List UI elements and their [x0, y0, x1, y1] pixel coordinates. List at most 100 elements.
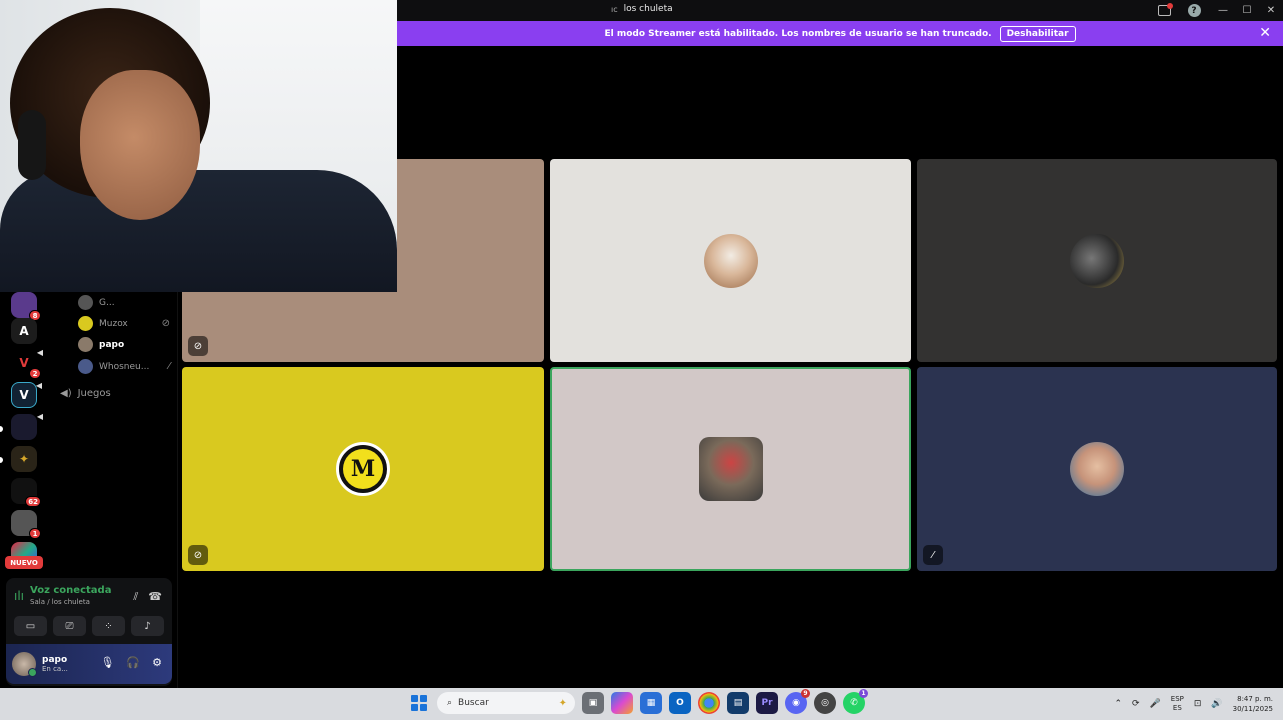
unread-indicator: [0, 426, 3, 432]
streamer-mode-banner: El modo Streamer está habilitado. Los no…: [397, 21, 1283, 46]
avatar-muzox: M: [336, 442, 390, 496]
avatar-cat: [703, 233, 758, 288]
webcam-headset: [18, 110, 46, 180]
premiere-icon[interactable]: Pr: [756, 692, 778, 714]
disable-streamer-mode-button[interactable]: Deshabilitar: [999, 25, 1076, 42]
minimize-button[interactable]: —: [1211, 0, 1235, 21]
voice-member[interactable]: papo: [78, 337, 170, 352]
maximize-button[interactable]: ☐: [1235, 0, 1259, 21]
speaker-icon: ◀: [36, 348, 43, 357]
member-name: Muzox: [99, 318, 128, 329]
streamer-mode-message: El modo Streamer está habilitado. Los no…: [604, 28, 992, 39]
notification-badge: 1: [859, 689, 868, 698]
avatar: [78, 337, 93, 352]
user-avatar[interactable]: [12, 652, 37, 677]
video-tile-3[interactable]: [917, 159, 1277, 362]
store-icon[interactable]: ▦: [640, 692, 662, 714]
unread-indicator: [0, 457, 3, 463]
speaker-icon: ◀: [35, 381, 42, 390]
avatar-dark: [1070, 233, 1124, 288]
microphone-icon[interactable]: 🎙: [100, 656, 114, 669]
gear-icon[interactable]: ⚙: [152, 656, 162, 669]
obs-icon[interactable]: ◎: [814, 692, 836, 714]
server-icon-1[interactable]: 8: [11, 292, 41, 321]
avatar-whosneu: [1070, 442, 1124, 496]
video-tile-muzox[interactable]: M ⊘: [182, 367, 544, 571]
speaker-icon: ◀): [60, 388, 72, 399]
system-tray: ⌃ ⟳ 🎤 ESP ES ⊡ 🔊 8:47 p. m. 30/11/2025: [1114, 690, 1273, 718]
search-placeholder: Buscar: [458, 698, 489, 708]
close-banner-icon[interactable]: ✕: [1259, 25, 1271, 41]
voice-channel-label: Juegos: [77, 388, 111, 399]
server-icon-active[interactable]: V ◀: [11, 381, 42, 408]
server-icon-text[interactable]: A: [11, 318, 37, 344]
activities-button[interactable]: ⁘: [92, 616, 125, 636]
member-name: papo: [99, 339, 125, 350]
server-icon-7[interactable]: 1: [11, 510, 41, 539]
disconnect-icon[interactable]: ☎: [148, 590, 162, 604]
camera-off-button[interactable]: ▭: [14, 616, 47, 636]
voice-member[interactable]: Muzox ⊘: [78, 316, 170, 331]
voice-channel-juegos[interactable]: ◀) Juegos: [60, 388, 111, 399]
sync-icon[interactable]: ⟳: [1132, 699, 1140, 709]
discord-window: ıc los chuleta ? — ☐ ✕ El modo Streamer …: [0, 0, 1283, 688]
webcam-person-body: [0, 170, 397, 292]
title-bar: ıc los chuleta ? — ☐ ✕: [397, 0, 1283, 21]
chevron-up-icon[interactable]: ⌃: [1114, 699, 1122, 709]
deafened-icon: ⊘: [161, 318, 170, 329]
language-indicator[interactable]: ESP ES: [1171, 695, 1184, 713]
chrome-icon[interactable]: [698, 692, 720, 714]
video-tile-2[interactable]: [550, 159, 911, 362]
app-icon[interactable]: ▤: [727, 692, 749, 714]
notification-badge: 2: [29, 368, 41, 379]
headphones-icon[interactable]: 🎧: [126, 656, 140, 669]
avatar: [78, 295, 93, 310]
noise-suppression-icon[interactable]: ⫽: [133, 590, 138, 604]
start-button[interactable]: [408, 692, 430, 714]
signal-icon[interactable]: ılı: [14, 589, 24, 603]
new-badge: NUEVO: [5, 556, 43, 569]
voice-member[interactable]: G...: [78, 295, 170, 310]
clock-date: 30/11/2025: [1232, 705, 1273, 713]
inbox-icon[interactable]: [1151, 0, 1177, 21]
window-controls: ? — ☐ ✕: [1151, 0, 1283, 21]
voice-location[interactable]: Sala / los chuleta: [30, 598, 111, 606]
server-icon-valorant[interactable]: V ◀ 2: [11, 348, 43, 379]
deafened-icon: ⊘: [188, 336, 208, 356]
outlook-icon[interactable]: O: [669, 692, 691, 714]
window-title: ıc los chuleta: [611, 4, 673, 14]
voice-status[interactable]: Voz conectada: [30, 585, 111, 596]
help-icon[interactable]: ?: [1177, 0, 1211, 21]
voice-channel-icon: ıc: [611, 4, 618, 14]
taskbar: ⌕ Buscar ✦ ▣ ▦ O ▤ Pr ◉ 9 ◎ ✆ 1 ⌃ ⟳ 🎤 ES…: [0, 688, 1283, 720]
speaker-icon: ◀: [36, 412, 43, 421]
webcam-overlay: [0, 0, 397, 292]
screen-share-button[interactable]: ⎚: [53, 616, 86, 636]
close-window-button[interactable]: ✕: [1259, 0, 1283, 21]
language-line-2: ES: [1172, 704, 1182, 712]
network-icon[interactable]: ⊡: [1194, 699, 1202, 709]
clock[interactable]: 8:47 p. m. 30/11/2025: [1233, 694, 1273, 714]
whatsapp-icon[interactable]: ✆ 1: [843, 689, 868, 714]
voice-member[interactable]: Whosneu... ⁄: [78, 359, 170, 374]
search-box[interactable]: ⌕ Buscar ✦: [437, 692, 575, 714]
copilot-icon[interactable]: [611, 692, 633, 714]
window-title-text: los chuleta: [623, 4, 673, 14]
notification-badge: 1: [29, 528, 41, 539]
server-icon-5[interactable]: ✦: [11, 446, 37, 472]
taskbar-apps: ⌕ Buscar ✦ ▣ ▦ O ▤ Pr ◉ 9 ◎ ✆ 1: [408, 689, 868, 714]
server-icon-6[interactable]: 62: [11, 478, 41, 507]
muted-icon: ⁄: [923, 545, 943, 565]
member-name: G...: [99, 297, 115, 308]
server-icon-4[interactable]: ◀: [11, 412, 43, 440]
discord-icon[interactable]: ◉ 9: [785, 689, 810, 714]
video-tile-speaking[interactable]: [550, 367, 911, 571]
username[interactable]: papo: [42, 655, 68, 665]
soundboard-button[interactable]: ♪: [131, 616, 164, 636]
search-icon: ⌕: [447, 698, 453, 708]
avatar: [78, 359, 93, 374]
volume-icon[interactable]: 🔊: [1211, 699, 1222, 709]
task-view-icon[interactable]: ▣: [582, 692, 604, 714]
microphone-icon[interactable]: 🎤: [1150, 699, 1161, 709]
video-tile-whosneu[interactable]: ⁄: [917, 367, 1277, 571]
